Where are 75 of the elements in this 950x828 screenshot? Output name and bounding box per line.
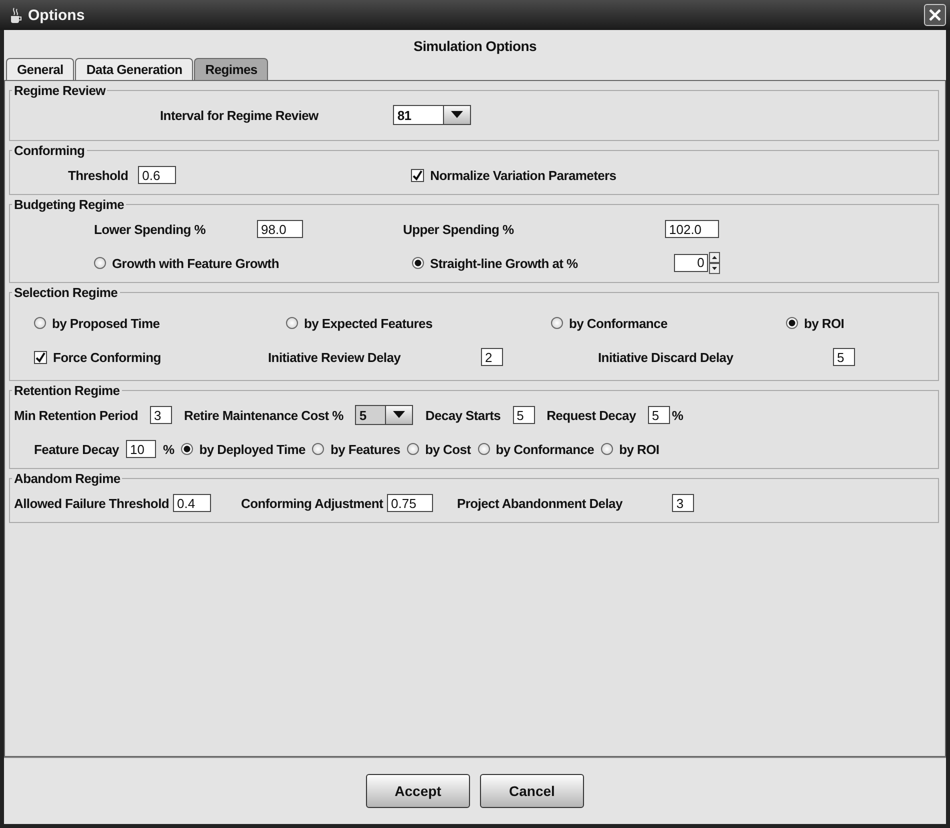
radio-label[interactable]: Straight-line Growth at % bbox=[430, 256, 578, 270]
field-label: Threshold bbox=[68, 168, 128, 182]
caret-icon bbox=[393, 411, 406, 419]
radio-button[interactable] bbox=[181, 443, 194, 455]
radio-label[interactable]: by Expected Features bbox=[304, 316, 432, 330]
radio-button[interactable] bbox=[478, 443, 490, 455]
text-field[interactable]: 0.4 bbox=[173, 494, 212, 512]
field-label: Project Abandonment Delay bbox=[457, 496, 622, 510]
checkbox-label[interactable]: Normalize Variation Parameters bbox=[430, 168, 616, 182]
close-icon bbox=[928, 8, 942, 22]
radio-button[interactable] bbox=[407, 443, 420, 455]
text-field[interactable]: 0.6 bbox=[138, 166, 176, 184]
caret-icon bbox=[451, 111, 464, 119]
section-title: Abandom Regime bbox=[13, 471, 122, 486]
window-title: Options bbox=[28, 6, 86, 24]
dialog-button[interactable]: Accept bbox=[366, 774, 470, 808]
dropdown[interactable]: 81 bbox=[393, 105, 472, 125]
section-title: Conforming bbox=[13, 143, 86, 158]
radio-label[interactable]: by Features bbox=[330, 442, 400, 456]
radio-button[interactable] bbox=[94, 257, 106, 269]
radio-button[interactable] bbox=[412, 257, 424, 269]
field-label: % bbox=[672, 408, 684, 422]
radio-button[interactable] bbox=[34, 317, 46, 329]
section-title: Retention Regime bbox=[13, 383, 121, 398]
field-label: Initiative Review Delay bbox=[268, 350, 402, 364]
checkbox-label[interactable]: Force Conforming bbox=[53, 350, 161, 364]
radio-button[interactable] bbox=[286, 317, 298, 329]
radio-button[interactable] bbox=[786, 317, 798, 329]
dropdown[interactable]: 5 bbox=[355, 405, 414, 425]
section-title: Selection Regime bbox=[13, 285, 119, 300]
radio-button[interactable] bbox=[312, 443, 324, 455]
field-label: Min Retention Period bbox=[14, 408, 138, 422]
checkbox[interactable] bbox=[411, 168, 424, 182]
text-field[interactable]: 2 bbox=[481, 348, 503, 366]
field-label: Retire Maintenance Cost % bbox=[184, 408, 344, 422]
field-label: Allowed Failure Threshold bbox=[14, 496, 170, 510]
radio-button[interactable] bbox=[601, 443, 614, 455]
text-field[interactable]: 3 bbox=[150, 406, 172, 424]
text-field[interactable]: 102.0 bbox=[665, 220, 719, 238]
section-title: Budgeting Regime bbox=[13, 197, 126, 212]
radio-label[interactable]: by Conformance bbox=[496, 442, 594, 456]
field-label: Conforming Adjustment bbox=[241, 496, 384, 510]
tab[interactable]: Data Generation bbox=[75, 58, 194, 80]
dialog-heading: Simulation Options bbox=[412, 37, 538, 56]
radio-label[interactable]: by Deployed Time bbox=[199, 442, 306, 456]
field-label: Lower Spending % bbox=[94, 222, 206, 236]
cup-icon bbox=[8, 6, 22, 24]
text-field[interactable]: 5 bbox=[833, 348, 855, 366]
field-label: Decay Starts bbox=[425, 408, 501, 422]
tab[interactable]: Regimes bbox=[194, 58, 268, 80]
field-label: Interval for Regime Review bbox=[160, 108, 318, 122]
field-label: Request Decay bbox=[546, 408, 636, 422]
field-label: Initiative Discard Delay bbox=[598, 350, 734, 364]
tab[interactable]: General bbox=[6, 58, 74, 80]
radio-label[interactable]: by ROI bbox=[804, 316, 844, 330]
field-label: Feature Decay bbox=[34, 442, 119, 456]
text-field[interactable]: 0.75 bbox=[387, 494, 434, 512]
text-field[interactable]: 5 bbox=[648, 406, 670, 424]
close-button[interactable] bbox=[924, 4, 946, 26]
radio-label[interactable]: by Cost bbox=[425, 442, 471, 456]
field-label: % bbox=[162, 442, 174, 456]
text-field[interactable]: 3 bbox=[672, 494, 694, 512]
field-label: Upper Spending % bbox=[403, 222, 515, 236]
checkbox[interactable] bbox=[34, 350, 47, 364]
radio-button[interactable] bbox=[551, 317, 563, 329]
dialog-button[interactable]: Cancel bbox=[480, 774, 584, 808]
radio-label[interactable]: by Conformance bbox=[569, 316, 668, 330]
radio-label[interactable]: Growth with Feature Growth bbox=[112, 256, 279, 270]
spinner-arrows-icon[interactable] bbox=[709, 252, 720, 274]
text-field[interactable]: 10 bbox=[126, 440, 156, 458]
text-field[interactable]: 98.0 bbox=[257, 220, 303, 238]
section-title: Regime Review bbox=[13, 83, 107, 98]
text-field[interactable]: 5 bbox=[512, 406, 535, 424]
radio-label[interactable]: by Proposed Time bbox=[52, 316, 160, 330]
radio-label[interactable]: by ROI bbox=[619, 442, 660, 456]
